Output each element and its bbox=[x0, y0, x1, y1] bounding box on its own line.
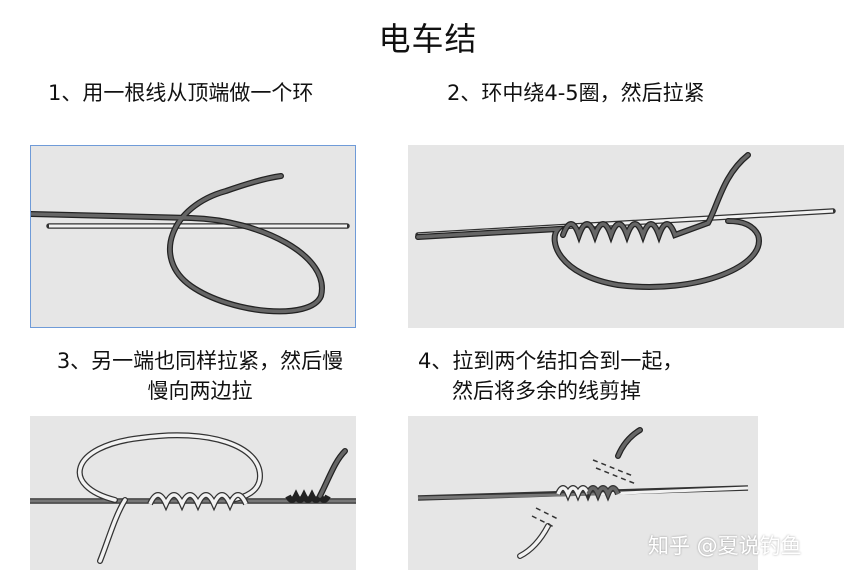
step-3-illustration bbox=[30, 432, 356, 564]
step-4-caption-line2: 然后将多余的线剪掉 bbox=[452, 379, 641, 403]
page-title: 电车结 bbox=[378, 20, 478, 58]
step-3-caption: 3、另一端也同样拉紧，然后慢 慢向两边拉 bbox=[40, 346, 360, 406]
step-3-caption-line1: 3、另一端也同样拉紧，然后慢 bbox=[56, 349, 344, 373]
step-4-caption-line1: 4、拉到两个结扣合到一起， bbox=[418, 349, 684, 373]
step-3-image bbox=[30, 416, 356, 570]
step-2-illustration bbox=[415, 152, 836, 290]
step-2-caption: 2、环中绕4-5圈，然后拉紧 bbox=[447, 81, 705, 105]
step-3-caption-line2: 慢向两边拉 bbox=[147, 379, 253, 403]
step-1-caption: 1、用一根线从顶端做一个环 bbox=[48, 81, 314, 105]
step-4-caption: 4、拉到两个结扣合到一起， 然后将多余的线剪掉 bbox=[418, 346, 683, 406]
watermark: 知乎 @夏说钓鱼 bbox=[648, 534, 802, 558]
step-1-illustration bbox=[31, 173, 350, 315]
step-2-image bbox=[408, 145, 844, 328]
step-1-image bbox=[30, 145, 356, 328]
